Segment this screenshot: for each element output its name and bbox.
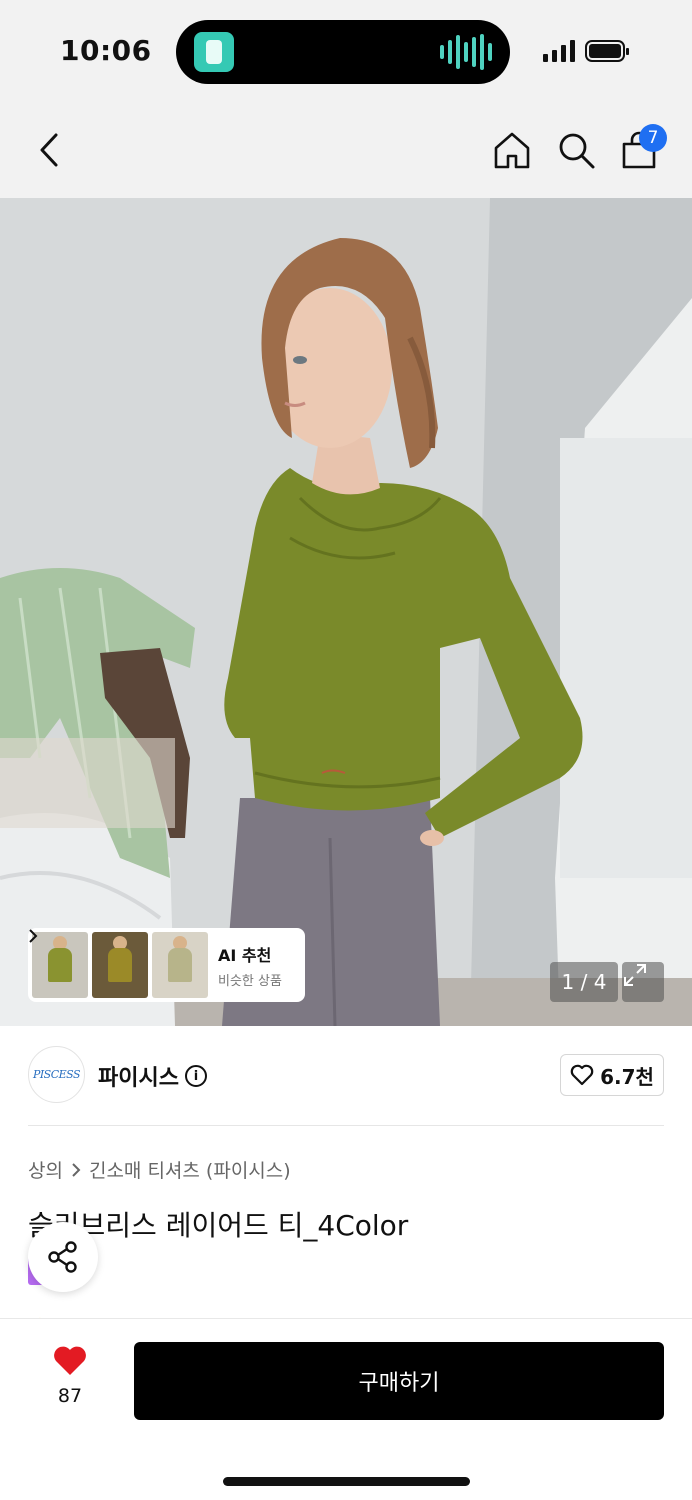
- wishlist-button[interactable]: 87: [40, 1345, 100, 1407]
- home-indicator: [223, 1477, 470, 1486]
- status-time: 10:06: [60, 34, 152, 67]
- wishlist-count: 87: [57, 1385, 83, 1407]
- heart-filled-icon: [54, 1346, 86, 1375]
- brand-like-count: 6.7천: [600, 1064, 654, 1089]
- chevron-right-icon: [72, 1162, 81, 1177]
- search-icon: [559, 133, 595, 169]
- heart-outline-icon: [570, 1064, 594, 1086]
- top-nav: 7: [0, 100, 692, 198]
- cart-button[interactable]: 7: [615, 124, 667, 174]
- live-activity-app-icon: [194, 32, 234, 72]
- audio-wave-icon: [440, 34, 492, 70]
- expand-icon: [624, 964, 646, 986]
- chevron-left-icon: [40, 133, 58, 167]
- dynamic-island: [176, 20, 510, 84]
- search-button[interactable]: [552, 126, 600, 174]
- ai-recommendation-card[interactable]: AI 추천 비슷한 상품: [28, 928, 305, 1002]
- ai-thumbnail: [92, 932, 148, 998]
- ai-recommend-subtitle: 비슷한 상품: [218, 973, 282, 989]
- fullscreen-button[interactable]: [622, 962, 664, 1002]
- status-bar: 10:06: [0, 0, 692, 100]
- info-icon[interactable]: i: [184, 1065, 207, 1087]
- breadcrumb: 상의 긴소매 티셔츠 (파이시스): [28, 1156, 291, 1183]
- breadcrumb-category[interactable]: 상의: [28, 1156, 63, 1183]
- chevron-right-icon: [29, 929, 38, 943]
- buy-button[interactable]: 구매하기: [134, 1342, 664, 1420]
- brand-name[interactable]: 파이시스 i: [98, 1060, 207, 1092]
- image-counter: 1 / 4: [550, 962, 618, 1002]
- product-photo: [0, 198, 692, 1026]
- cart-count-badge: 7: [639, 124, 667, 152]
- brand-like-button[interactable]: 6.7천: [560, 1054, 664, 1096]
- ai-thumbnail: [152, 932, 208, 998]
- share-icon: [48, 1241, 77, 1273]
- ai-recommend-title: AI 추천: [29, 929, 282, 966]
- brand-row: PISCESS 파이시스 i 6.7천: [0, 1026, 692, 1126]
- battery-icon: [585, 40, 629, 62]
- cellular-signal-icon: [543, 40, 575, 62]
- home-button[interactable]: [488, 126, 536, 174]
- ai-thumbnail: [32, 932, 88, 998]
- divider: [28, 1125, 664, 1126]
- home-icon: [494, 132, 530, 169]
- brand-logo[interactable]: PISCESS: [28, 1046, 85, 1103]
- purchase-bar: 87 구매하기: [0, 1318, 692, 1500]
- share-button[interactable]: [28, 1222, 98, 1292]
- breadcrumb-subcategory[interactable]: 긴소매 티셔츠 (파이시스): [89, 1156, 291, 1183]
- back-button[interactable]: [26, 126, 74, 174]
- product-image-gallery[interactable]: AI 추천 비슷한 상품 1 / 4: [0, 198, 692, 1026]
